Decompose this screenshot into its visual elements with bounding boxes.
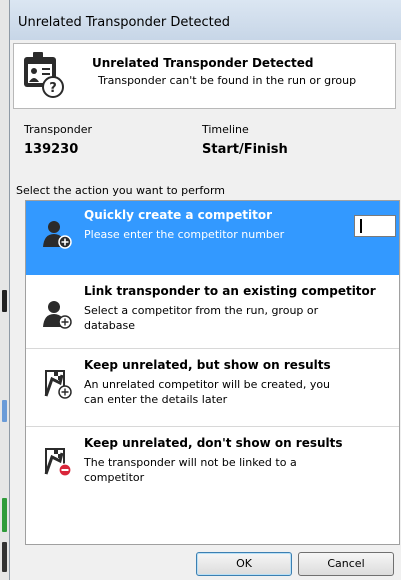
- option-description: Please enter the competitor number: [84, 228, 285, 241]
- option-title: Keep unrelated, but show on results: [84, 358, 331, 372]
- option-link-existing[interactable]: Link transponder to an existing competit…: [26, 275, 399, 349]
- background-mark: [2, 498, 7, 532]
- window-title: Unrelated Transponder Detected: [18, 15, 230, 30]
- timeline-value: Start/Finish: [202, 142, 288, 157]
- background-mark: [2, 290, 7, 312]
- background-mark: [2, 400, 7, 422]
- person-add-icon: [43, 221, 72, 249]
- dialog-header: ? Unrelated Transponder Detected Transpo…: [13, 43, 396, 109]
- option-description: An unrelated competitor will be created,…: [84, 378, 331, 406]
- action-list: Quickly create a competitor Please enter…: [25, 200, 400, 545]
- cancel-button[interactable]: Cancel: [298, 552, 394, 576]
- option-title: Quickly create a competitor: [84, 208, 272, 222]
- svg-text:?: ?: [49, 81, 57, 96]
- text-caret: [360, 219, 362, 233]
- header-subtitle: Transponder can't be found in the run or…: [98, 74, 357, 87]
- background-mark: [2, 542, 7, 572]
- transponder-value: 139230: [24, 142, 79, 157]
- badge-question-icon: ?: [24, 52, 64, 98]
- title-bar[interactable]: Unrelated Transponder Detected: [10, 0, 401, 40]
- competitor-number-input[interactable]: [354, 215, 396, 237]
- option-quick-create[interactable]: Quickly create a competitor Please enter…: [26, 201, 399, 275]
- flag-remove-icon: [44, 448, 72, 477]
- option-description: Select a competitor from the run, group …: [84, 304, 319, 332]
- transponder-label: Transponder: [24, 123, 93, 136]
- dialog: Unrelated Transponder Detected ? Unrelat…: [9, 0, 401, 580]
- person-link-icon: [43, 301, 72, 329]
- flag-add-icon: [44, 370, 72, 399]
- option-title: Keep unrelated, don't show on results: [84, 436, 343, 450]
- option-description: The transponder will not be linked to a …: [84, 456, 297, 484]
- timeline-label: Timeline: [202, 123, 249, 136]
- option-keep-show[interactable]: Keep unrelated, but show on results An u…: [26, 349, 399, 427]
- option-title: Link transponder to an existing competit…: [84, 284, 376, 298]
- ok-button[interactable]: OK: [196, 552, 292, 576]
- header-title: Unrelated Transponder Detected: [92, 56, 314, 70]
- action-prompt: Select the action you want to perform: [16, 184, 226, 197]
- background-window-edge: [0, 0, 9, 580]
- option-keep-hide[interactable]: Keep unrelated, don't show on results Th…: [26, 427, 399, 507]
